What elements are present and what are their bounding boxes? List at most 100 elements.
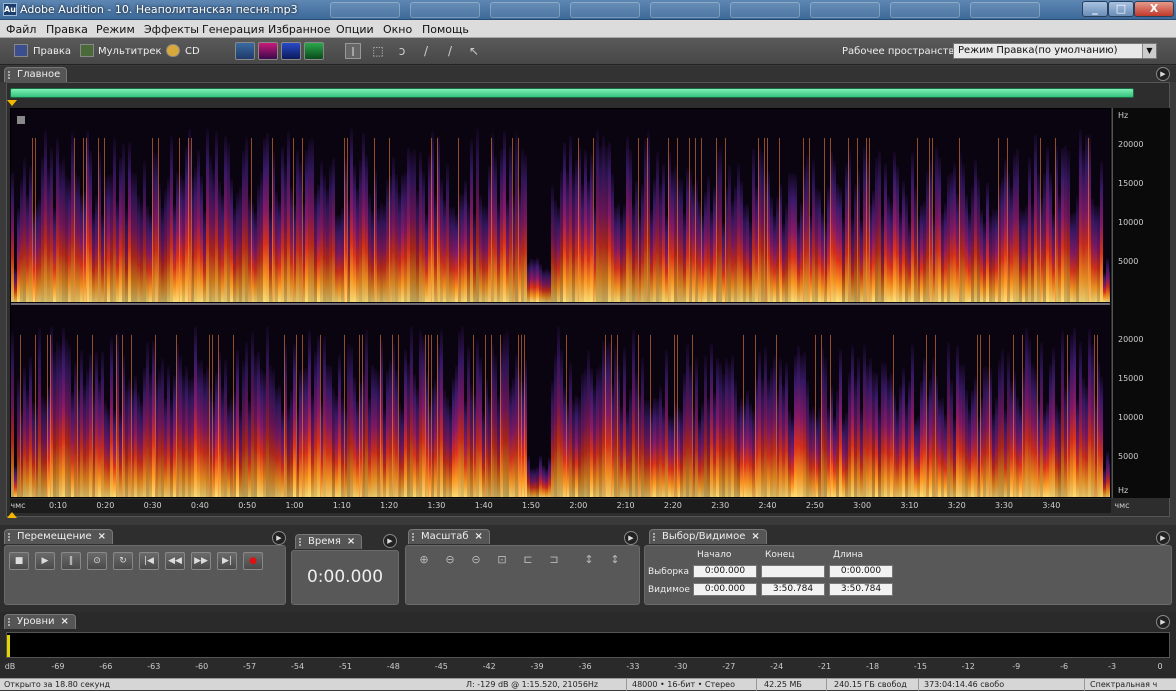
menu-favorites[interactable]: Избранное bbox=[268, 23, 330, 36]
play-from-cursor-button[interactable]: ⊙ bbox=[87, 552, 107, 570]
menu-help[interactable]: Помощь bbox=[422, 23, 469, 36]
view-end-field[interactable]: 3:50.784 bbox=[761, 583, 825, 596]
spectrum-column bbox=[896, 409, 899, 497]
play-button[interactable]: ▶ bbox=[35, 552, 55, 570]
edit-view-label[interactable]: Правка bbox=[33, 46, 71, 57]
phase-view-button[interactable] bbox=[304, 42, 324, 60]
panel-menu-icon[interactable]: ▶ bbox=[383, 534, 397, 548]
close-tab-icon[interactable]: × bbox=[475, 531, 483, 542]
menu-generate[interactable]: Генерация bbox=[202, 23, 264, 36]
spectrum-column bbox=[266, 132, 269, 302]
hand-tool-icon[interactable]: ↖ bbox=[466, 43, 482, 59]
view-length-field[interactable]: 3:50.784 bbox=[829, 583, 893, 596]
overview-bar[interactable] bbox=[10, 88, 1134, 98]
menu-window[interactable]: Окно bbox=[383, 23, 412, 36]
zoom-in-amplitude-icon[interactable]: ⊕ bbox=[416, 552, 432, 568]
spectrum-column bbox=[146, 342, 149, 497]
zoom-to-selection-icon[interactable]: ⊡ bbox=[494, 552, 510, 568]
waveform-view-button[interactable] bbox=[235, 42, 255, 60]
close-tab-icon[interactable]: × bbox=[751, 531, 759, 542]
loop-button[interactable]: ↻ bbox=[113, 552, 133, 570]
go-to-start-button[interactable]: |◀ bbox=[139, 552, 159, 570]
zoom-corner-icon[interactable] bbox=[17, 116, 25, 124]
brush-tool-icon[interactable]: / bbox=[418, 43, 434, 59]
spectrum-column bbox=[875, 372, 878, 497]
spectrum-column bbox=[1091, 198, 1094, 302]
tab-zoom[interactable]: Масштаб × bbox=[408, 529, 490, 544]
spectrum-column bbox=[557, 326, 560, 497]
close-tab-icon[interactable]: × bbox=[61, 616, 69, 627]
spectrum-column bbox=[59, 162, 62, 302]
cd-view-icon[interactable] bbox=[166, 44, 180, 57]
tab-levels[interactable]: Уровни × bbox=[4, 614, 76, 629]
zoom-in-vertical-icon[interactable]: ↕ bbox=[581, 552, 597, 568]
spectral-pan-button[interactable] bbox=[281, 42, 301, 60]
playhead-top-marker[interactable] bbox=[7, 100, 17, 106]
spectrum-column bbox=[773, 215, 776, 302]
selection-end-field[interactable] bbox=[761, 565, 825, 578]
playhead-bottom-marker[interactable] bbox=[7, 512, 17, 518]
time-ruler[interactable]: чмс чмс 0:10 0:20 0:30 0:40 0:50 1:00 1:10 1:20… bbox=[10, 499, 1130, 513]
menu-effects[interactable]: Эффекты bbox=[144, 23, 199, 36]
cd-view-label[interactable]: CD bbox=[185, 46, 200, 57]
panel-menu-icon[interactable]: ▶ bbox=[1156, 67, 1170, 81]
maximize-button[interactable]: □ bbox=[1108, 1, 1134, 17]
menu-edit[interactable]: Правка bbox=[46, 23, 88, 36]
zoom-out-vertical-icon[interactable]: ↕ bbox=[607, 552, 623, 568]
tab-main[interactable]: Главное bbox=[4, 67, 68, 82]
fast-forward-button[interactable]: ▶▶ bbox=[191, 552, 211, 570]
view-start-field[interactable]: 0:00.000 bbox=[693, 583, 757, 596]
close-button[interactable]: X bbox=[1134, 1, 1174, 17]
pause-button[interactable]: ‖ bbox=[61, 552, 81, 570]
spectrum-column bbox=[818, 407, 821, 497]
close-tab-icon[interactable]: × bbox=[347, 536, 355, 547]
panel-menu-icon[interactable]: ▶ bbox=[1156, 615, 1170, 629]
spectrum-column bbox=[686, 168, 689, 302]
spectrum-column bbox=[569, 136, 572, 302]
zoom-right-icon[interactable]: ⊐ bbox=[546, 552, 562, 568]
rewind-button[interactable]: ◀◀ bbox=[165, 552, 185, 570]
panel-menu-icon[interactable]: ▶ bbox=[624, 531, 638, 545]
healing-tool-icon[interactable]: / bbox=[442, 43, 458, 59]
multitrack-view-icon[interactable] bbox=[80, 44, 94, 57]
spectrum-column bbox=[707, 397, 710, 497]
panel-menu-icon[interactable]: ▶ bbox=[1156, 531, 1170, 545]
zoom-out-amplitude-icon[interactable]: ⊖ bbox=[442, 552, 458, 568]
tab-time[interactable]: Время × bbox=[295, 534, 363, 549]
edit-view-icon[interactable] bbox=[14, 44, 28, 57]
spectrum-transient bbox=[977, 334, 978, 497]
minimize-button[interactable]: _ bbox=[1082, 1, 1108, 17]
spectrum-column bbox=[26, 194, 29, 302]
go-to-end-button[interactable]: ▶| bbox=[217, 552, 237, 570]
zoom-out-full-icon[interactable]: ⊝ bbox=[468, 552, 484, 568]
lasso-tool-icon[interactable]: ↄ bbox=[394, 43, 410, 59]
menu-mode[interactable]: Режим bbox=[96, 23, 135, 36]
selection-length-field[interactable]: 0:00.000 bbox=[829, 565, 893, 578]
spectrum-column bbox=[1040, 341, 1043, 497]
workspace-select[interactable]: Режим Правка(по умолчанию) ▼ bbox=[953, 43, 1157, 59]
spectral-view-button[interactable] bbox=[258, 42, 278, 60]
selection-start-field[interactable]: 0:00.000 bbox=[693, 565, 757, 578]
tab-transport[interactable]: Перемещение × bbox=[4, 529, 114, 544]
spectrum-transient bbox=[302, 137, 303, 302]
stop-button[interactable]: ■ bbox=[9, 552, 29, 570]
panel-menu-icon[interactable]: ▶ bbox=[272, 531, 286, 545]
record-button[interactable]: ● bbox=[243, 552, 263, 570]
spectrum-column bbox=[920, 380, 923, 497]
tab-selection-view[interactable]: Выбор/Видимое × bbox=[649, 529, 767, 544]
menu-file[interactable]: Файл bbox=[6, 23, 36, 36]
time-selection-tool-icon[interactable]: I bbox=[345, 43, 361, 59]
marquee-tool-icon[interactable]: ⬚ bbox=[370, 43, 386, 59]
spectral-display[interactable] bbox=[10, 108, 1111, 498]
spectrum-column bbox=[632, 329, 635, 497]
window-title: Adobe Audition - 10. Неаполитанская песн… bbox=[20, 3, 298, 16]
spectrum-column bbox=[17, 378, 20, 497]
spectrum-transient bbox=[131, 334, 132, 497]
spectrum-column bbox=[392, 156, 395, 302]
close-tab-icon[interactable]: × bbox=[98, 531, 106, 542]
zoom-left-icon[interactable]: ⊏ bbox=[520, 552, 536, 568]
multitrack-view-label[interactable]: Мультитрек bbox=[98, 46, 162, 57]
spectrum-column bbox=[53, 351, 56, 497]
spectrum-column bbox=[956, 346, 959, 497]
menu-options[interactable]: Опции bbox=[336, 23, 374, 36]
